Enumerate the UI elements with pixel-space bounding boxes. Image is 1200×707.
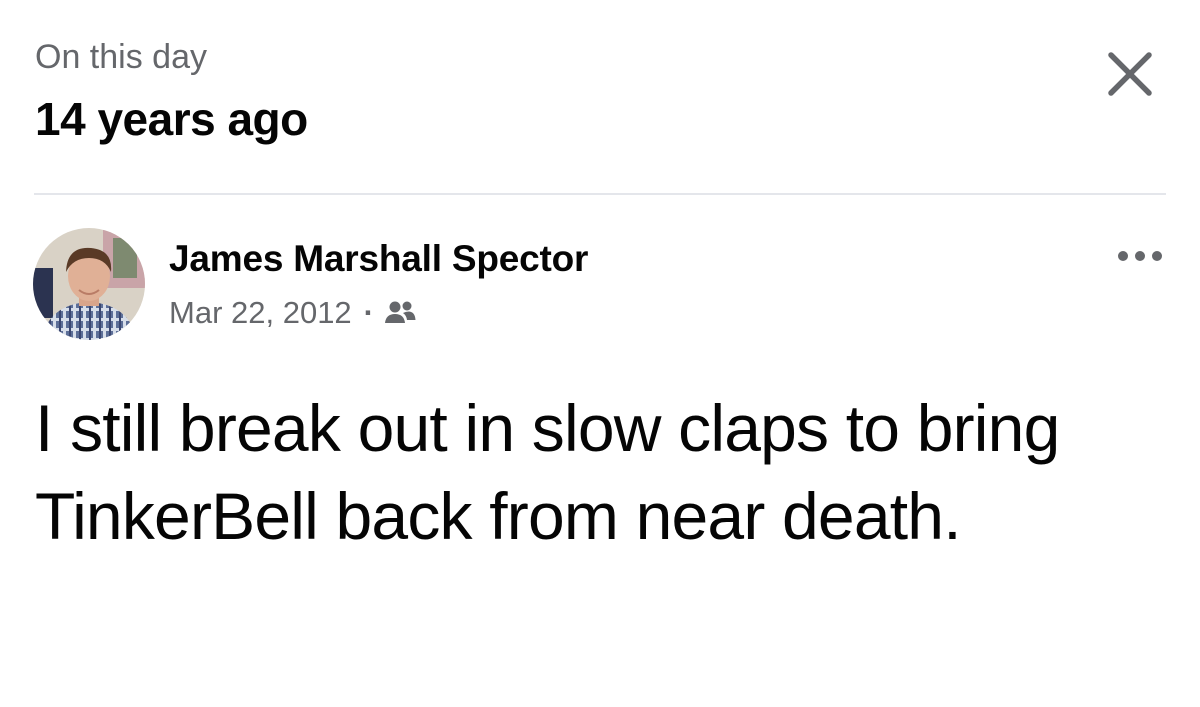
post-text: I still break out in slow claps to bring… <box>35 391 1060 553</box>
post-date[interactable]: Mar 22, 2012 <box>169 297 352 328</box>
close-button[interactable] <box>1100 44 1160 104</box>
memory-kicker: On this day <box>35 38 207 76</box>
header-divider <box>34 193 1166 195</box>
post-meta: Mar 22, 2012 · <box>169 292 416 332</box>
meta-separator: · <box>363 294 374 330</box>
close-icon <box>1108 52 1152 96</box>
more-options-button[interactable] <box>1112 238 1168 274</box>
more-options-icon <box>1118 251 1162 261</box>
memory-title: 14 years ago <box>35 93 308 145</box>
friends-icon[interactable] <box>384 299 416 325</box>
avatar[interactable] <box>33 228 145 340</box>
author-name[interactable]: James Marshall Spector <box>169 240 588 277</box>
